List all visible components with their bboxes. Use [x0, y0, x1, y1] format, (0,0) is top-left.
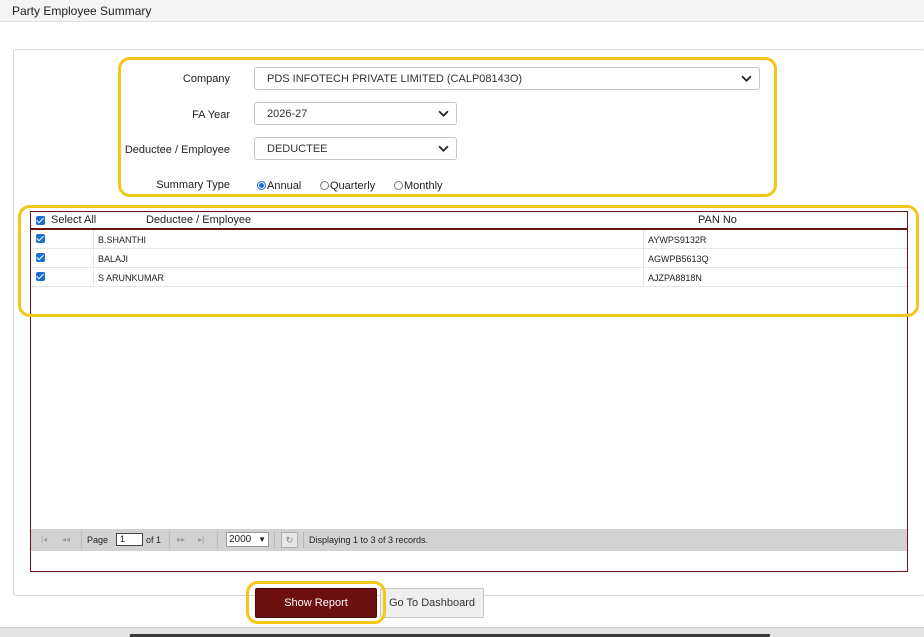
page-size-value: 2000	[229, 534, 252, 545]
company-value: PDS INFOTECH PRIVATE LIMITED (CALP08143O…	[267, 73, 523, 85]
go-to-dashboard-button[interactable]: Go To Dashboard	[380, 588, 484, 618]
row-pan: AJZPA8818N	[648, 273, 702, 283]
page-size-select[interactable]: 2000 ▼	[226, 532, 269, 547]
refresh-icon[interactable]: ↻	[281, 532, 298, 548]
company-label: Company	[182, 73, 230, 85]
select-all-checkbox[interactable]	[36, 216, 45, 225]
pager-status: Displaying 1 to 3 of 3 records.	[309, 535, 429, 545]
chevron-down-icon	[741, 75, 752, 82]
deductee-label: Deductee / Employee	[124, 144, 230, 156]
last-page-icon[interactable]: ▸|	[198, 535, 204, 544]
radio-icon	[320, 181, 329, 190]
row-checkbox[interactable]	[36, 253, 45, 262]
row-checkbox[interactable]	[36, 234, 45, 243]
table-row[interactable]: BALAJI AGWPB5613Q	[31, 249, 907, 268]
fa-year-select[interactable]: 2026-27	[254, 102, 457, 125]
page-of-label: of 1	[146, 535, 162, 545]
page-number-input[interactable]: 1	[116, 533, 143, 546]
row-name: B.SHANTHI	[98, 235, 147, 245]
chevron-down-icon	[438, 110, 449, 117]
radio-quarterly[interactable]: Quarterly	[320, 180, 375, 192]
next-page-icon[interactable]: ▸▸	[177, 535, 185, 544]
title-bar: Party Employee Summary	[0, 0, 924, 22]
row-name: BALAJI	[98, 254, 129, 264]
table-row[interactable]: B.SHANTHI AYWPS9132R	[31, 230, 907, 249]
select-all-label: Select All	[51, 214, 97, 226]
row-checkbox[interactable]	[36, 272, 45, 281]
page-label: Page	[87, 535, 109, 545]
col-header-pan[interactable]: PAN No	[698, 214, 737, 226]
table-row[interactable]: S ARUNKUMAR AJZPA8818N	[31, 268, 907, 287]
chevron-down-icon	[438, 145, 449, 152]
col-header-name[interactable]: Deductee / Employee	[146, 214, 251, 226]
summary-type-label: Summary Type	[156, 179, 230, 191]
radio-selected-icon	[257, 181, 266, 190]
row-name: S ARUNKUMAR	[98, 273, 165, 283]
row-pan: AGWPB5613Q	[648, 254, 709, 264]
radio-monthly[interactable]: Monthly	[394, 180, 443, 192]
radio-quarterly-label: Quarterly	[330, 180, 376, 192]
radio-annual[interactable]: Annual	[257, 180, 301, 192]
prev-page-icon[interactable]: ◂◂	[62, 535, 70, 544]
page-title: Party Employee Summary	[12, 4, 152, 18]
radio-icon	[394, 181, 403, 190]
first-page-icon[interactable]: |◂	[41, 535, 47, 544]
deductee-select[interactable]: DEDUCTEE	[254, 137, 457, 160]
radio-annual-label: Annual	[267, 180, 302, 192]
fa-year-label: FA Year	[192, 109, 230, 121]
company-select[interactable]: PDS INFOTECH PRIVATE LIMITED (CALP08143O…	[254, 67, 760, 90]
radio-monthly-label: Monthly	[404, 180, 443, 192]
deductee-value: DEDUCTEE	[267, 143, 328, 155]
fa-year-value: 2026-27	[267, 108, 308, 120]
grid-pager: |◂ ◂◂ Page 1 of 1 ▸▸ ▸| 2000 ▼ ↻ Displayi…	[31, 529, 907, 551]
row-pan: AYWPS9132R	[648, 235, 707, 245]
chevron-down-icon: ▼	[258, 535, 266, 544]
grid-header: Select All Deductee / Employee PAN No	[31, 211, 907, 228]
show-report-button[interactable]: Show Report	[255, 588, 377, 618]
